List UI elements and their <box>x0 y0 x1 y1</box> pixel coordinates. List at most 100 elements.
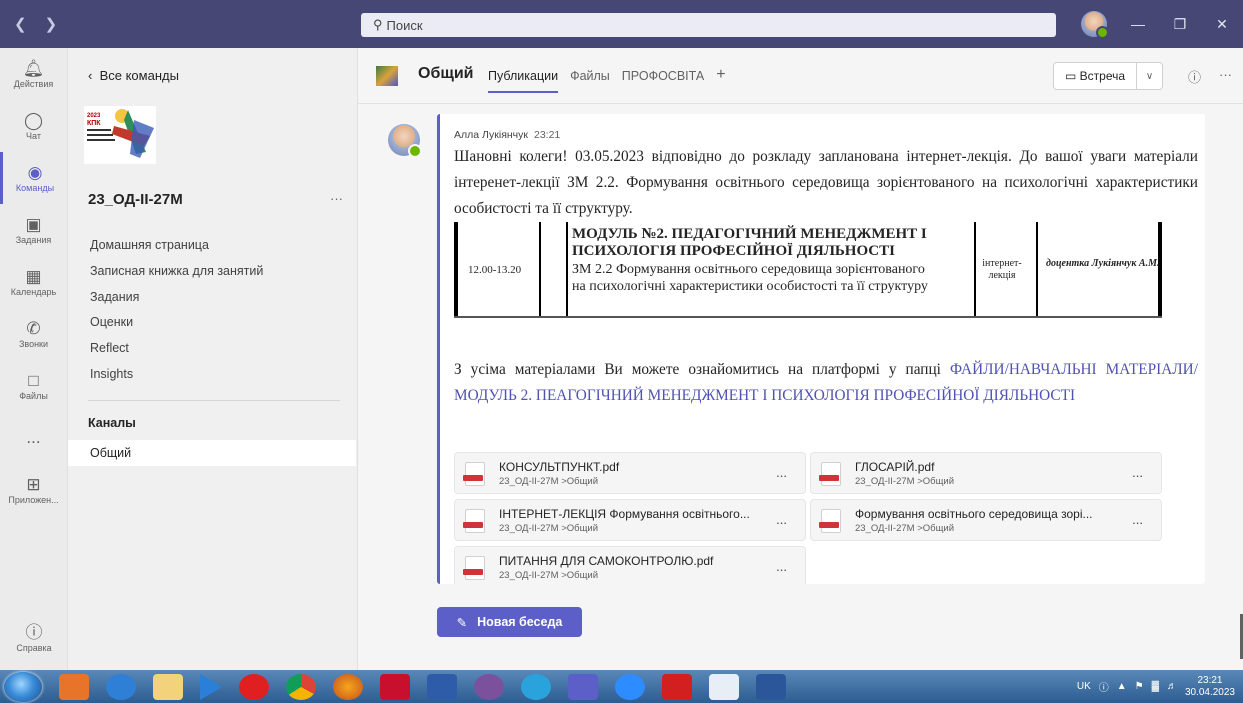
rail-item-calls[interactable]: ✆ Звонки <box>0 308 67 360</box>
post-author[interactable]: Алла Лукіянчук <box>454 129 528 141</box>
chrome-taskbar-icon[interactable] <box>286 673 316 700</box>
rail-item-calendar[interactable]: ▦ Календарь <box>0 256 67 308</box>
chevron-down-icon[interactable]: ∨ <box>1136 63 1162 89</box>
file-name: ПИТАННЯ ДЛЯ САМОКОНТРОЛЮ.pdf <box>499 554 714 568</box>
rail-item-files[interactable]: □ Файлы <box>0 360 67 412</box>
nav-assignments[interactable]: Задания <box>90 290 263 316</box>
file-attachment[interactable]: Формування освітнього середовища зорі...… <box>810 499 1162 541</box>
rail-item-assignments[interactable]: ▣ Задания <box>0 204 67 256</box>
opera-taskbar-icon[interactable] <box>239 673 269 700</box>
zoom-taskbar-icon[interactable] <box>615 673 645 700</box>
file-attachment[interactable]: ІНТЕРНЕТ-ЛЕКЦІЯ Формування освітнього...… <box>454 499 806 541</box>
minimize-button[interactable]: — <box>1117 16 1159 32</box>
rail-item-more[interactable]: ... <box>0 412 67 464</box>
more-options-icon[interactable]: ··· <box>1219 67 1232 86</box>
teams-taskbar-icon[interactable] <box>568 673 598 700</box>
post-card: Алла Лукіянчук 23:21 Шановні колеги! 03.0… <box>437 114 1205 584</box>
calendar-icon: ▦ <box>25 267 42 286</box>
post-text: Шановні колеги! 03.05.2023 відповідно до… <box>454 148 1198 217</box>
word-taskbar-icon[interactable] <box>756 673 786 700</box>
compose-icon: ✎ <box>456 615 468 630</box>
channel-logo <box>376 66 398 86</box>
nav-home[interactable]: Домашняя страница <box>90 238 263 264</box>
team-logo: 2023 КПК <box>84 106 156 164</box>
nav-grades[interactable]: Оценки <box>90 315 263 341</box>
rail-item-teams[interactable]: ◉ Команды <box>0 152 67 204</box>
save-taskbar-icon[interactable] <box>427 673 457 700</box>
chrome-app-taskbar-icon[interactable] <box>709 673 739 700</box>
user-avatar[interactable] <box>1081 11 1109 39</box>
file-name: ГЛОСАРІЙ.pdf <box>855 460 935 474</box>
firefox-taskbar-icon[interactable] <box>333 673 363 700</box>
team-name: 23_ОД-ІІ-27М <box>88 191 183 208</box>
outlook-taskbar-icon[interactable] <box>59 673 89 700</box>
divider <box>88 400 340 401</box>
network-icon[interactable]: ▓ <box>1152 681 1159 692</box>
system-tray: UK ⓘ ▲ ⚑ ▓ ♬ 23:21 30.04.2023 <box>1077 670 1235 703</box>
schedule-module-title: МОДУЛЬ №2. ПЕДАГОГІЧНИЙ МЕНЕДЖМЕНТ І ПСИ… <box>572 226 927 259</box>
media-player-taskbar-icon[interactable] <box>200 673 222 700</box>
back-arrow-icon[interactable]: ❮ <box>14 15 27 33</box>
start-button[interactable] <box>4 671 42 702</box>
file-path: 23_ОД-ІІ-27М >Общий <box>499 476 598 487</box>
file-icon: □ <box>28 371 39 390</box>
file-attachment[interactable]: ПИТАННЯ ДЛЯ САМОКОНТРОЛЮ.pdf 23_ОД-ІІ-27… <box>454 546 806 584</box>
rail-item-apps[interactable]: ⊞ Приложен... <box>0 464 67 516</box>
team-nav: Домашняя страница Записная книжка для за… <box>90 238 263 393</box>
pdf-file-icon <box>819 509 841 533</box>
file-more-button[interactable]: ... <box>776 512 787 527</box>
clock[interactable]: 23:21 30.04.2023 <box>1185 675 1235 699</box>
author-avatar[interactable] <box>388 124 422 158</box>
file-attachment[interactable]: ГЛОСАРІЙ.pdf 23_ОД-ІІ-27М >Общий ... <box>810 452 1162 494</box>
rail-item-chat[interactable]: ◯ Чат <box>0 100 67 152</box>
nav-class-notebook[interactable]: Записная книжка для занятий <box>90 264 263 290</box>
new-conversation-button[interactable]: ✎ Новая беседа <box>437 607 582 637</box>
tab-posts[interactable]: Публикации <box>488 69 559 93</box>
acrobat-taskbar-icon[interactable] <box>662 673 692 700</box>
forward-arrow-icon[interactable]: ❯ <box>45 15 58 33</box>
file-more-button[interactable]: ... <box>1132 465 1143 480</box>
file-more-button[interactable]: ... <box>776 559 787 574</box>
tab-profosvita[interactable]: ПРОФОСВІТА <box>622 69 704 93</box>
file-name: КОНСУЛЬТПУНКТ.pdf <box>499 460 620 474</box>
file-more-button[interactable]: ... <box>1132 512 1143 527</box>
info-icon[interactable]: ⓘ <box>1188 67 1201 86</box>
channel-general[interactable]: Общий <box>68 440 356 466</box>
tray-arrow-icon[interactable]: ▲ <box>1117 681 1127 692</box>
file-explorer-taskbar-icon[interactable] <box>153 673 183 700</box>
file-attachment[interactable]: КОНСУЛЬТПУНКТ.pdf 23_ОД-ІІ-27М >Общий ..… <box>454 452 806 494</box>
nav-reflect[interactable]: Reflect <box>90 341 263 367</box>
svg-text:2023: 2023 <box>87 113 101 119</box>
teams-sidebar: ‹ Все команды 2023 КПК 23_ОД-ІІ-27М ··· … <box>68 48 358 670</box>
more-options-button[interactable]: ... <box>1029 16 1071 32</box>
flag-icon[interactable]: ⚑ <box>1135 681 1144 692</box>
header-actions: ⓘ ··· <box>1188 67 1232 86</box>
rail-item-activity[interactable]: 🔔︎ Действия <box>0 48 67 100</box>
tab-files[interactable]: Файлы <box>570 69 610 93</box>
channel-header: Общий Публикации Файлы ПРОФОСВІТА + ▭ Вс… <box>358 48 1243 104</box>
svg-text:КПК: КПК <box>87 120 101 127</box>
team-more-button[interactable]: ··· <box>330 191 343 206</box>
rail-item-help[interactable]: ⓘ Справка <box>0 612 68 664</box>
telegram-taskbar-icon[interactable] <box>521 673 551 700</box>
help-tray-icon[interactable]: ⓘ <box>1099 679 1109 694</box>
viber-taskbar-icon[interactable] <box>474 673 504 700</box>
language-indicator[interactable]: UK <box>1077 681 1091 692</box>
more-icon: ... <box>26 428 41 447</box>
add-tab-button[interactable]: + <box>716 66 725 93</box>
phone-icon: ✆ <box>26 319 41 338</box>
maximize-button[interactable]: ❐ <box>1159 16 1201 33</box>
search-input[interactable]: ⚲ Поиск <box>361 13 1056 37</box>
all-teams-link[interactable]: ‹ Все команды <box>88 68 179 83</box>
file-more-button[interactable]: ... <box>776 465 787 480</box>
close-button[interactable]: ✕ <box>1201 16 1243 33</box>
file-name: ІНТЕРНЕТ-ЛЕКЦІЯ Формування освітнього... <box>499 507 750 521</box>
channel-title: Общий <box>418 65 474 82</box>
apps-icon: ⊞ <box>26 475 41 494</box>
internet-explorer-taskbar-icon[interactable] <box>106 673 136 700</box>
window-controls: ... — ❐ ✕ <box>1029 0 1243 48</box>
meet-button[interactable]: ▭ Встреча ∨ <box>1053 62 1163 90</box>
app-taskbar-icon[interactable] <box>380 673 410 700</box>
nav-insights[interactable]: Insights <box>90 367 263 393</box>
volume-icon[interactable]: ♬ <box>1167 681 1177 692</box>
